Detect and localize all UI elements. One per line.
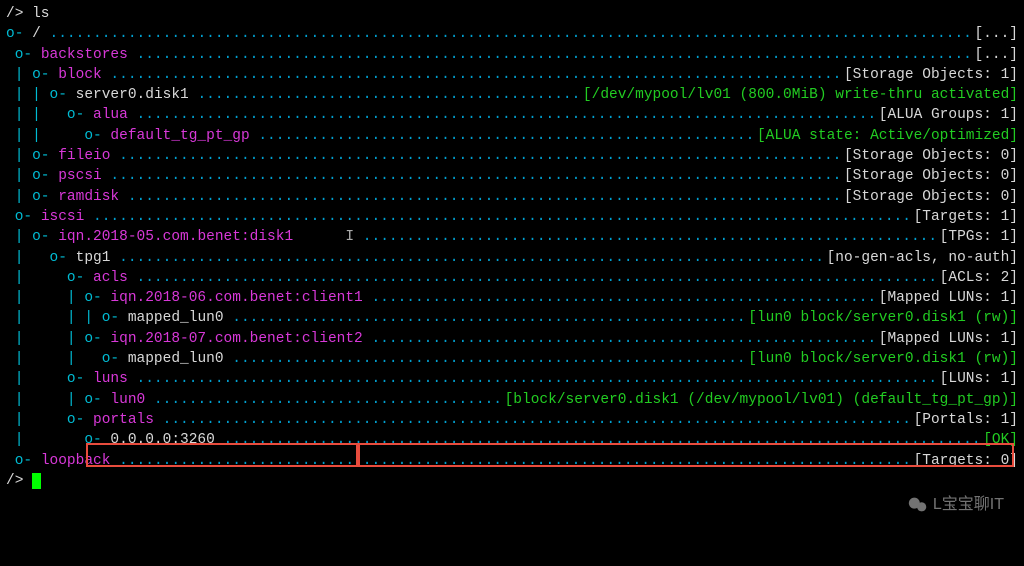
cursor-icon: [32, 473, 41, 489]
tree-backstores: o- backstores [...]: [6, 45, 1018, 65]
tree-tpg1: | o- tpg1 [no-gen-acls, no-auth]: [6, 248, 1018, 268]
tree-server0-disk1: | | o- server0.disk1 [/dev/mypool/lv01 (…: [6, 85, 1018, 105]
tree-iscsi: o- iscsi [Targets: 1]: [6, 207, 1018, 227]
tree-mapped-lun0-2: | | o- mapped_lun0 [lun0 block/server0.d…: [6, 349, 1018, 369]
tree-alua: | | o- alua [ALUA Groups: 1]: [6, 105, 1018, 125]
tree-fileio: | o- fileio [Storage Objects: 0]: [6, 146, 1018, 166]
tree-root: o- / [...]: [6, 24, 1018, 44]
dots: [41, 24, 975, 44]
tree-block: | o- block [Storage Objects: 1]: [6, 65, 1018, 85]
tree-portals: | o- portals [Portals: 1]: [6, 410, 1018, 430]
tree-client2: | | o- iqn.2018-07.com.benet:client2 [Ma…: [6, 329, 1018, 349]
prompt-text: /> ls: [6, 4, 50, 24]
tree-client1: | | o- iqn.2018-06.com.benet:client1 [Ma…: [6, 288, 1018, 308]
tree-ramdisk: | o- ramdisk [Storage Objects: 0]: [6, 187, 1018, 207]
tree-mapped-lun0-1: | | | o- mapped_lun0 [lun0 block/server0…: [6, 308, 1018, 328]
tree-loopback: o- loopback [Targets: 0]: [6, 451, 1018, 471]
prompt-line-2[interactable]: />: [6, 471, 1018, 491]
wechat-icon: [907, 494, 929, 516]
tree-default-tg: | | o- default_tg_pt_gp [ALUA state: Act…: [6, 126, 1018, 146]
prompt-line: /> ls: [6, 4, 1018, 24]
text-cursor: I: [293, 229, 354, 245]
tree-luns: | o- luns [LUNs: 1]: [6, 369, 1018, 389]
tree-portal-0: | o- 0.0.0.0:3260 [OK]: [6, 430, 1018, 450]
tree-pscsi: | o- pscsi [Storage Objects: 0]: [6, 166, 1018, 186]
tree-lun0: | | o- lun0 [block/server0.disk1 (/dev/m…: [6, 390, 1018, 410]
watermark: L宝宝聊IT: [907, 494, 1004, 516]
tree-acls: | o- acls [ACLs: 2]: [6, 268, 1018, 288]
tree-iqn-disk1: | o- iqn.2018-05.com.benet:disk1 I [TPGs…: [6, 227, 1018, 247]
